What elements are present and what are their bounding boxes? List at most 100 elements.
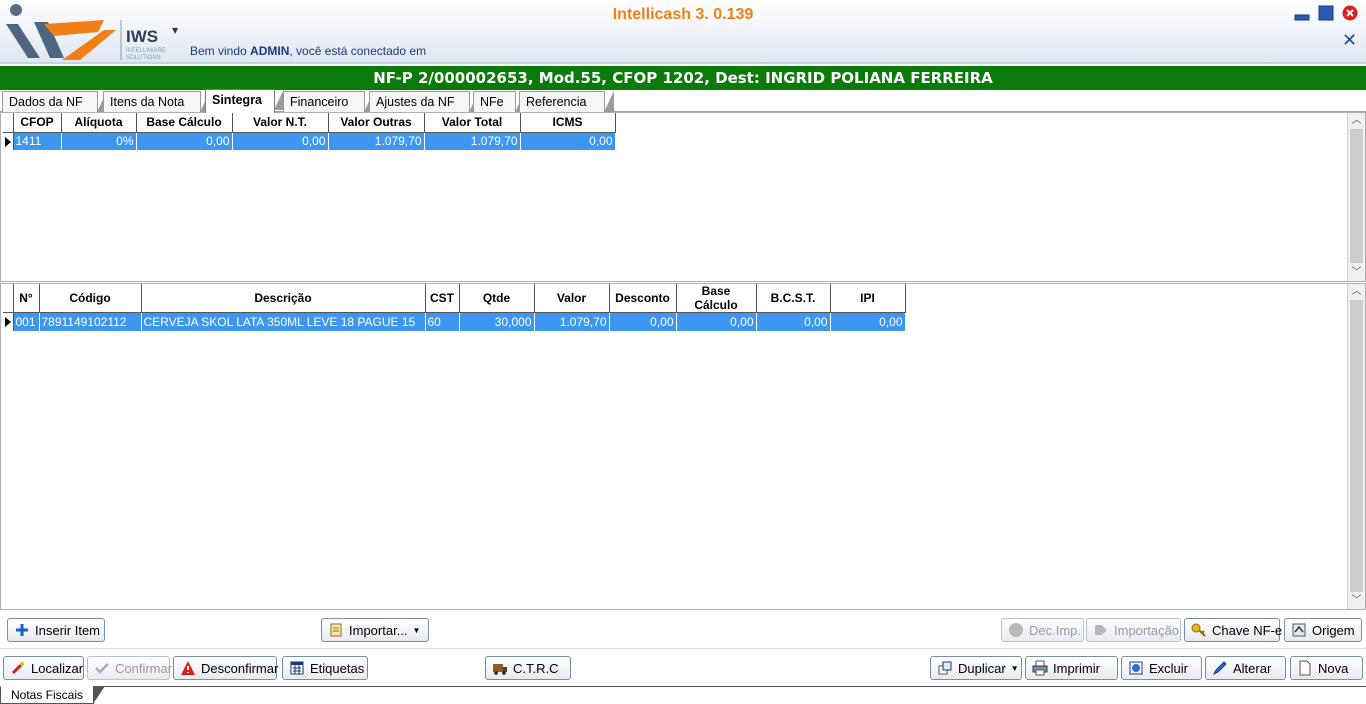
divider xyxy=(0,648,1366,649)
imprimir-button[interactable]: Imprimir xyxy=(1025,656,1118,680)
ctrc-label: C.T.R.C xyxy=(513,660,559,676)
cell-cfop[interactable]: 1411 xyxy=(13,132,62,150)
column-header[interactable]: Alíquota xyxy=(61,113,137,133)
cell-valor-outras[interactable]: 1.079,70 xyxy=(328,132,425,150)
etiquetas-button[interactable]: Etiquetas xyxy=(282,656,368,680)
table-row[interactable]: 1411 0% 0,00 0,00 1.079,70 1.079,70 0,00 xyxy=(3,132,616,150)
tab-ajustes-da-nf[interactable]: Ajustes da NF xyxy=(369,91,479,112)
cell-cst[interactable]: 60 xyxy=(425,312,460,331)
scroll-up-icon[interactable]: ︿ xyxy=(1348,113,1365,129)
cell-aliquota[interactable]: 0% xyxy=(61,132,137,150)
confirmar-button[interactable]: Confirmar xyxy=(87,656,173,680)
chave-nfe-label: Chave NF-e xyxy=(1212,622,1283,638)
cell-desconto[interactable]: 0,00 xyxy=(609,312,677,331)
tab-financeiro[interactable]: Financeiro xyxy=(283,91,374,112)
desconfirmar-label: Desconfirmar xyxy=(201,660,279,676)
scroll-thumb[interactable] xyxy=(1350,300,1363,592)
tag-icon xyxy=(1095,625,1107,635)
column-header[interactable]: Desconto xyxy=(609,284,677,313)
etiquetas-label: Etiquetas xyxy=(310,660,365,676)
cell-codigo[interactable]: 7891149102112 xyxy=(39,312,142,331)
origin-icon xyxy=(1292,623,1306,637)
close-window-icon[interactable]: ✕ xyxy=(1342,30,1357,51)
app-header: IWS INTELLIWARE SOLUTIONS ▼ Intellicash … xyxy=(0,0,1366,64)
excluir-label: Excluir xyxy=(1149,660,1189,676)
cell-descricao[interactable]: CERVEJA SKOL LATA 350ML LEVE 18 PAGUE 15 xyxy=(141,312,426,331)
column-header[interactable]: Valor xyxy=(534,284,610,313)
insert-item-button[interactable]: Inserir Item xyxy=(7,618,105,642)
cell-icms[interactable]: 0,00 xyxy=(520,132,616,150)
nova-button[interactable]: Nova xyxy=(1290,656,1363,680)
column-header[interactable]: Descrição xyxy=(141,284,426,313)
column-header[interactable]: IPI xyxy=(830,284,906,313)
alterar-button[interactable]: Alterar xyxy=(1205,656,1286,680)
cell-qtde[interactable]: 30,000 xyxy=(459,312,535,331)
importacao-label: Importação xyxy=(1114,622,1180,638)
imprimir-label: Imprimir xyxy=(1053,660,1100,676)
tab-sintegra[interactable]: Sintegra xyxy=(205,89,284,113)
tab-itens-da-nota[interactable]: Itens da Nota xyxy=(103,91,210,112)
dec-imp-label: Dec.Imp. xyxy=(1029,622,1082,638)
desconfirmar-button[interactable]: Desconfirmar xyxy=(173,656,279,680)
scroll-down-icon[interactable]: ﹀ xyxy=(1348,593,1365,609)
importacao-button[interactable]: Importação xyxy=(1086,618,1181,642)
column-header[interactable]: CST xyxy=(425,284,460,313)
svg-text:INTELLIWARE: INTELLIWARE xyxy=(126,48,166,54)
cell-base-calculo[interactable]: 0,00 xyxy=(676,312,757,331)
column-header[interactable]: Código xyxy=(39,284,142,313)
insert-item-label: Inserir Item xyxy=(35,622,101,638)
excluir-button[interactable]: Excluir xyxy=(1121,656,1202,680)
minimize-icon[interactable] xyxy=(1294,5,1310,21)
column-header[interactable]: CFOP xyxy=(13,113,62,133)
column-header[interactable]: Valor N.T. xyxy=(232,113,329,133)
column-header[interactable]: B.C.S.T. xyxy=(756,284,831,313)
close-app-icon[interactable] xyxy=(1342,5,1358,21)
status-bar: Notas Fiscais xyxy=(0,686,1366,704)
localizar-button[interactable]: Localizar xyxy=(3,656,84,680)
disc-icon xyxy=(1009,623,1023,637)
confirmar-label: Confirmar xyxy=(115,660,173,676)
column-header[interactable]: Qtde xyxy=(459,284,535,313)
maximize-icon[interactable] xyxy=(1318,5,1334,21)
chevron-down-icon: ▼ xyxy=(412,625,421,635)
sintegra-grid-header: CFOP Alíquota Base Cálculo Valor N.T. Va… xyxy=(3,113,616,133)
scroll-thumb[interactable] xyxy=(1350,129,1363,263)
tab-referencia[interactable]: Referencia xyxy=(519,91,614,112)
duplicar-button[interactable]: Duplicar ▼ xyxy=(930,656,1022,680)
scroll-down-icon[interactable]: ﹀ xyxy=(1348,265,1365,281)
table-row[interactable]: 001 7891149102112 CERVEJA SKOL LATA 350M… xyxy=(3,312,906,331)
warning-icon xyxy=(181,661,195,675)
items-scrollbar[interactable]: ︿ ﹀ xyxy=(1347,284,1365,609)
column-header[interactable]: Valor Total xyxy=(424,113,521,133)
cell-bcst[interactable]: 0,00 xyxy=(756,312,831,331)
column-header[interactable]: N° xyxy=(13,284,40,313)
cell-valor[interactable]: 1.079,70 xyxy=(534,312,610,331)
dec-imp-button[interactable]: Dec.Imp. xyxy=(1001,618,1084,642)
cell-numero[interactable]: 001 xyxy=(13,312,40,331)
items-grid-header: N° Código Descrição CST Qtde Valor Desco… xyxy=(3,284,906,313)
tab-notas-fiscais[interactable]: Notas Fiscais xyxy=(0,686,106,704)
duplicate-icon xyxy=(938,661,952,675)
scroll-up-icon[interactable]: ︿ xyxy=(1348,284,1365,300)
chave-nfe-button[interactable]: Chave NF-e xyxy=(1184,618,1283,642)
welcome-message: Bem vindo ADMIN, você está conectado em xyxy=(190,44,427,58)
key-icon xyxy=(1191,623,1206,637)
cell-valor-nt[interactable]: 0,00 xyxy=(232,132,329,150)
tab-dados-da-nf[interactable]: Dados da NF xyxy=(2,91,107,112)
tab-nfe[interactable]: NFe xyxy=(473,91,525,112)
cell-base-calculo[interactable]: 0,00 xyxy=(136,132,233,150)
cell-valor-total[interactable]: 1.079,70 xyxy=(424,132,521,150)
import-button[interactable]: Importar... ▼ xyxy=(321,618,429,642)
column-header[interactable]: Valor Outras xyxy=(328,113,425,133)
cell-ipi[interactable]: 0,00 xyxy=(830,312,906,331)
sintegra-panel: CFOP Alíquota Base Cálculo Valor N.T. Va… xyxy=(0,112,1366,282)
logo-dropdown-icon[interactable]: ▼ xyxy=(172,26,178,35)
sintegra-scrollbar[interactable]: ︿ ﹀ xyxy=(1347,113,1365,281)
localizar-label: Localizar xyxy=(31,660,84,676)
column-header[interactable]: Base Cálculo xyxy=(136,113,233,133)
ctrc-button[interactable]: C.T.R.C xyxy=(485,656,571,680)
column-header[interactable]: Base Cálculo xyxy=(676,284,757,313)
row-indicator-header xyxy=(3,284,14,313)
column-header[interactable]: ICMS xyxy=(520,113,616,133)
origem-button[interactable]: Origem xyxy=(1284,618,1362,642)
